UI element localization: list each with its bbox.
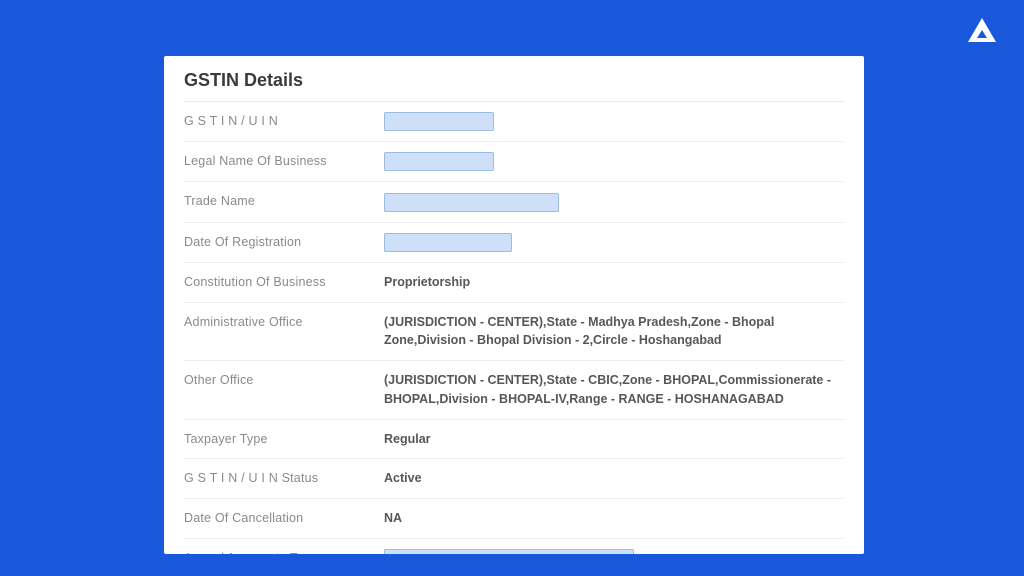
detail-value — [384, 152, 844, 171]
details-list: G S T I N / U I N Legal Name Of Business T… — [184, 102, 844, 554]
detail-row: G S T I N / U I N StatusActive — [184, 459, 844, 499]
detail-row: Annual Aggregate Turnover — [184, 539, 844, 554]
detail-value — [384, 112, 844, 131]
detail-row: Date Of Registration — [184, 223, 844, 263]
redacted-field — [384, 112, 494, 131]
detail-row: Taxpayer TypeRegular — [184, 420, 844, 460]
redacted-field — [384, 152, 494, 171]
detail-value: Proprietorship — [384, 273, 844, 292]
detail-value — [384, 233, 844, 252]
detail-row: Trade Name — [184, 182, 844, 222]
detail-label: Legal Name Of Business — [184, 152, 384, 168]
detail-row: Constitution Of BusinessProprietorship — [184, 263, 844, 303]
gstin-details-card: GSTIN Details G S T I N / U I N Legal Nam… — [164, 56, 864, 554]
detail-label: G S T I N / U I N — [184, 112, 384, 128]
detail-label: Taxpayer Type — [184, 430, 384, 446]
detail-label: Other Office — [184, 371, 384, 387]
detail-label: Constitution Of Business — [184, 273, 384, 289]
detail-value — [384, 192, 844, 211]
redacted-field — [384, 549, 634, 554]
detail-label: Administrative Office — [184, 313, 384, 329]
detail-label: Trade Name — [184, 192, 384, 208]
detail-value — [384, 549, 844, 554]
detail-row: Legal Name Of Business — [184, 142, 844, 182]
detail-row: Other Office(JURISDICTION - CENTER),Stat… — [184, 361, 844, 420]
detail-label: Date Of Cancellation — [184, 509, 384, 525]
redacted-field — [384, 193, 559, 212]
redacted-field — [384, 233, 512, 252]
detail-label: Date Of Registration — [184, 233, 384, 249]
detail-row: G S T I N / U I N — [184, 102, 844, 142]
brand-logo-icon — [968, 18, 996, 42]
detail-value: Active — [384, 469, 844, 488]
detail-row: Date Of CancellationNA — [184, 499, 844, 539]
detail-value: (JURISDICTION - CENTER),State - CBIC,Zon… — [384, 371, 844, 409]
detail-row: Administrative Office(JURISDICTION - CEN… — [184, 303, 844, 362]
detail-label: G S T I N / U I N Status — [184, 469, 384, 485]
detail-value: Regular — [384, 430, 844, 449]
page-title: GSTIN Details — [184, 70, 844, 102]
detail-label: Annual Aggregate Turnover — [184, 549, 384, 554]
detail-value: NA — [384, 509, 844, 528]
detail-value: (JURISDICTION - CENTER),State - Madhya P… — [384, 313, 844, 351]
